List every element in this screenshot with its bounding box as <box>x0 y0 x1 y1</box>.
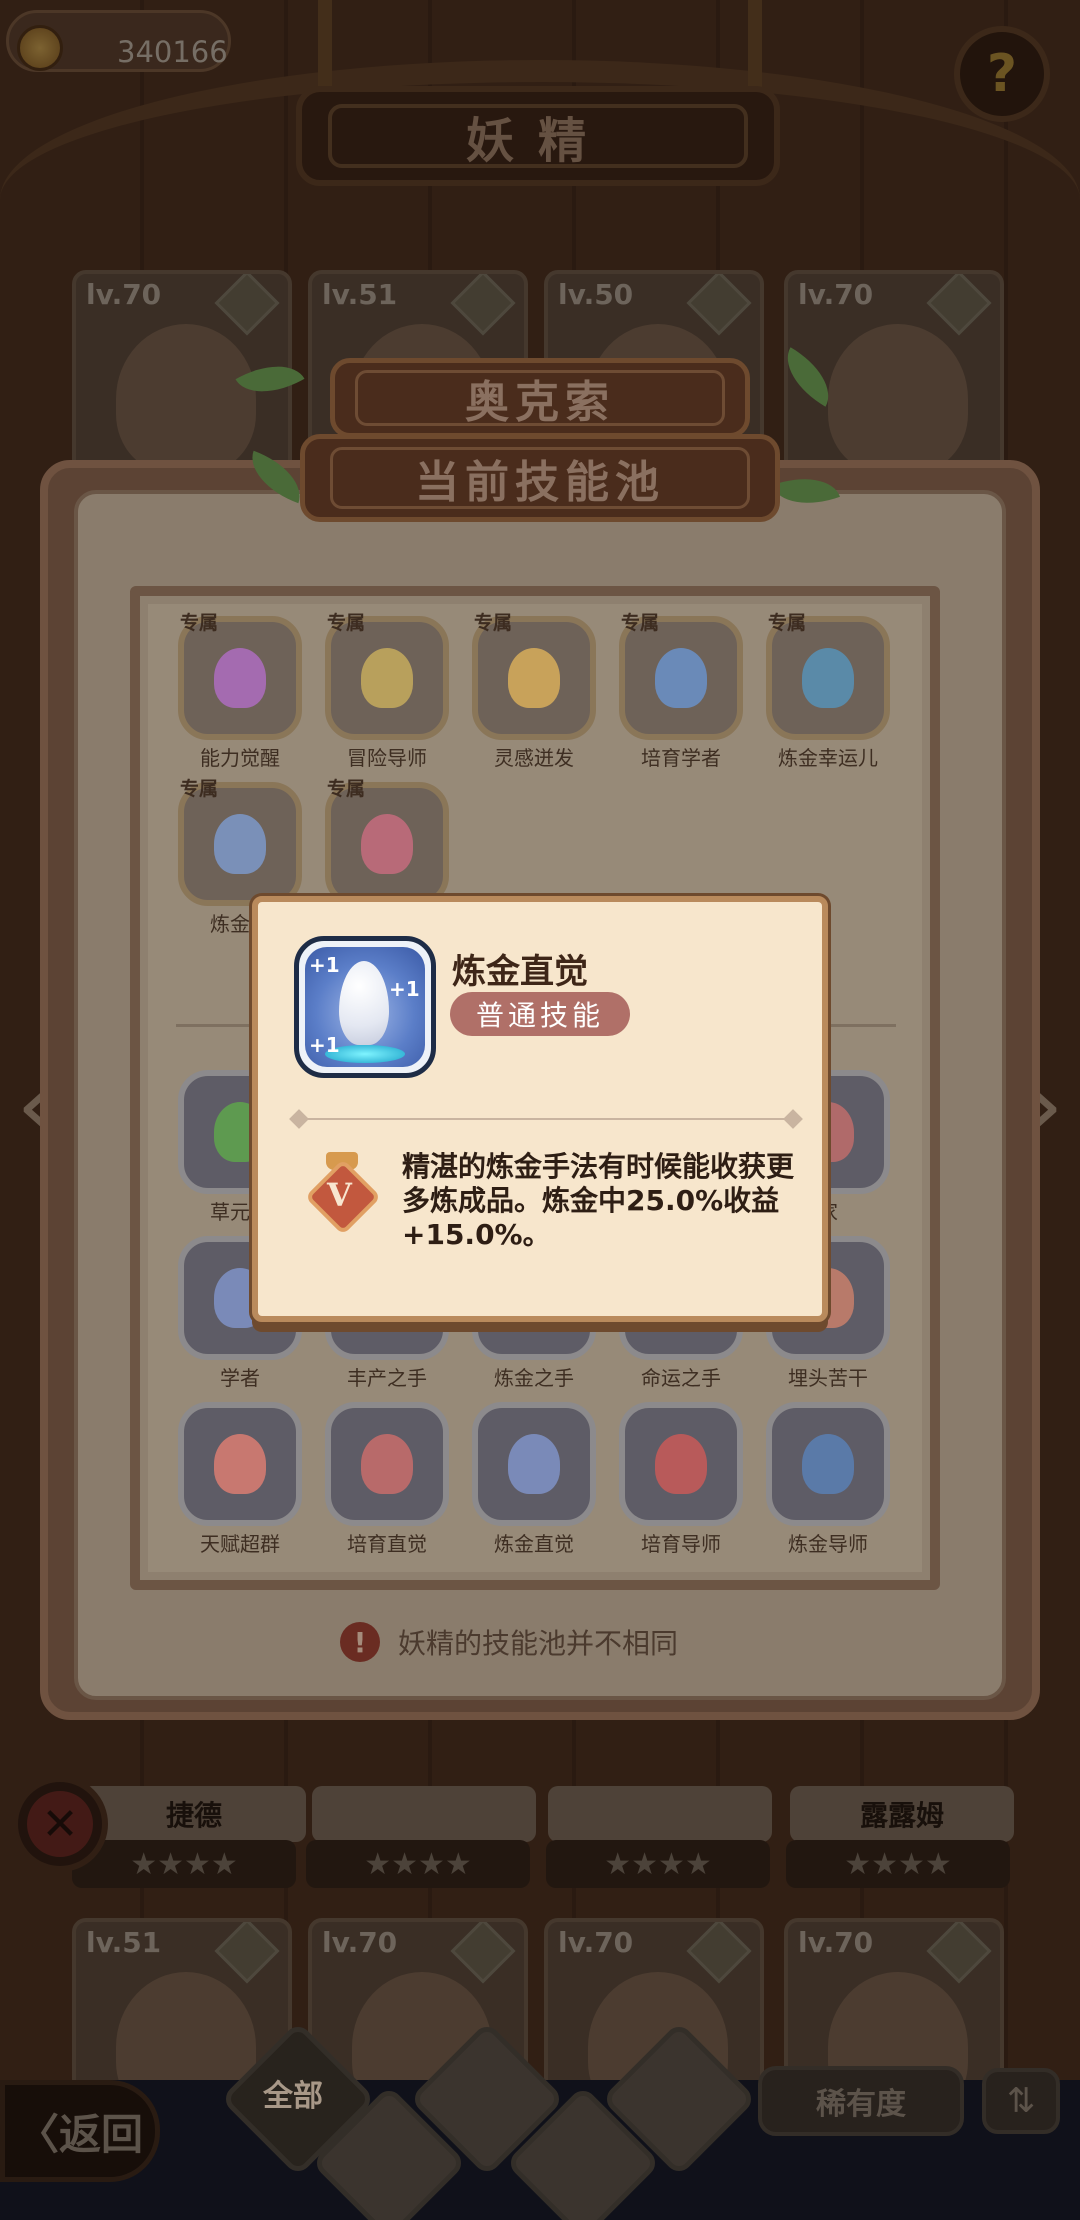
note-text: 妖精的技能池并不相同 <box>398 1627 679 1660</box>
skill-pool-title: 当前技能池 <box>330 447 750 509</box>
skill-slot[interactable]: 天赋超群 <box>178 1402 302 1557</box>
skill-detail-popup: +1 +1 +1 炼金直觉 普通技能 V 精湛的炼金手法有时候能收获更多炼成品。… <box>252 896 828 1322</box>
skill-detail-name: 炼金直觉 <box>452 952 588 992</box>
selected-hero-name: 奥克索 <box>355 370 725 428</box>
skill-slot[interactable]: 专属 冒险导师 <box>325 612 449 771</box>
vip-badge-icon: V <box>304 1152 382 1242</box>
shell-shape <box>339 961 389 1045</box>
conch-shell-icon: +1 +1 +1 <box>305 947 425 1067</box>
exclusive-tag: 专属 <box>768 612 807 634</box>
hero-name-plate: 奥克索 <box>330 358 750 438</box>
skill-icon <box>766 1402 890 1526</box>
skill-label: 灵感迸发 <box>494 746 574 770</box>
skill-glyph-icon <box>655 648 707 708</box>
skill-glyph-icon <box>361 814 413 874</box>
exclusive-tag: 专属 <box>474 612 513 634</box>
plus-mark: +1 <box>389 977 420 1001</box>
skill-label: 能力觉醒 <box>200 746 280 770</box>
popup-separator <box>298 1118 794 1120</box>
skill-slot[interactable]: 专属 培育学者 <box>619 612 743 771</box>
plus-mark: +1 <box>309 1033 340 1057</box>
skill-label: 炼金之手 <box>494 1366 574 1390</box>
skill-slot[interactable]: 培育导师 <box>619 1402 743 1557</box>
skill-icon <box>325 1402 449 1526</box>
skill-glyph-icon <box>508 1434 560 1494</box>
skill-slot[interactable]: 专属 灵感迸发 <box>472 612 596 771</box>
skill-icon <box>472 1402 596 1526</box>
skill-label: 培育学者 <box>641 746 721 770</box>
skill-label: 培育直觉 <box>347 1532 427 1556</box>
exclusive-tag: 专属 <box>327 612 366 634</box>
skill-glyph-icon <box>361 1434 413 1494</box>
skill-label: 丰产之手 <box>347 1366 427 1390</box>
skill-glyph-icon <box>361 648 413 708</box>
skill-glyph-icon <box>802 1434 854 1494</box>
skill-slot[interactable]: 炼金直觉 <box>472 1402 596 1557</box>
skill-label: 炼金直觉 <box>494 1532 574 1556</box>
filter-all-label[interactable]: 全部 <box>238 2058 348 2128</box>
skill-icon <box>619 1402 743 1526</box>
skill-glyph-icon <box>214 1434 266 1494</box>
exclusive-tag: 专属 <box>621 612 660 634</box>
separator-end-icon <box>783 1109 803 1129</box>
skill-slot[interactable]: 专属 能力觉醒 <box>178 612 302 771</box>
skill-slot[interactable]: 培育直觉 <box>325 1402 449 1557</box>
skill-label: 炼金幸运儿 <box>778 746 878 770</box>
skill-pool-note: ! 妖精的技能池并不相同 <box>340 1620 760 1664</box>
exclusive-tag: 专属 <box>327 778 366 800</box>
skill-glyph-icon <box>508 648 560 708</box>
separator-end-icon <box>289 1109 309 1129</box>
skill-description: 精湛的炼金手法有时候能收获更多炼成品。炼金中25.0%收益+15.0%。 <box>402 1150 795 1251</box>
skill-label: 埋头苦干 <box>788 1366 868 1390</box>
skill-label: 冒险导师 <box>347 746 427 770</box>
exclusive-tag: 专属 <box>180 612 219 634</box>
skill-slot[interactable]: 专属 炼金幸运儿 <box>766 612 890 771</box>
skill-slot[interactable]: 炼金导师 <box>766 1402 890 1557</box>
skill-icon <box>178 1402 302 1526</box>
skill-label: 学者 <box>220 1366 260 1390</box>
skill-label: 培育导师 <box>641 1532 721 1556</box>
skill-label: 炼金导师 <box>788 1532 868 1556</box>
skill-detail-icon: +1 +1 +1 <box>294 936 436 1078</box>
skill-glyph-icon <box>214 648 266 708</box>
warning-icon: ! <box>340 1622 380 1662</box>
skill-pool-plate: 当前技能池 <box>300 434 780 522</box>
skill-glyph-icon <box>802 648 854 708</box>
skill-label: 天赋超群 <box>200 1532 280 1556</box>
skill-type-badge: 普通技能 <box>450 992 630 1036</box>
skill-glyph-icon <box>214 814 266 874</box>
skill-label: 命运之手 <box>641 1366 721 1390</box>
skill-glyph-icon <box>655 1434 707 1494</box>
skill-slot[interactable]: 专属 <box>325 778 449 908</box>
badge-letter: V <box>327 1176 352 1214</box>
exclusive-tag: 专属 <box>180 778 219 800</box>
plus-mark: +1 <box>309 953 340 977</box>
